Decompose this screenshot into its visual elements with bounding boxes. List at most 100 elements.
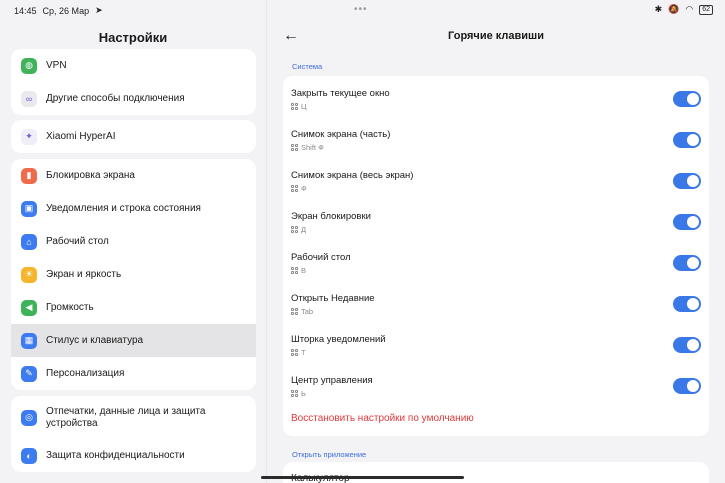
shortcut-title: Снимок экрана (часть) bbox=[291, 129, 391, 140]
shortcut-keys-label: Ь bbox=[301, 389, 306, 398]
sidebar-item[interactable]: ▦ Стилус и клавиатура bbox=[11, 324, 256, 357]
shortcut-keys: Ь bbox=[291, 389, 306, 398]
sidebar-item-label: Экран и яркость bbox=[46, 268, 122, 280]
shortcut-row[interactable]: Снимок экрана (весь экран) Ф bbox=[291, 162, 701, 202]
hotkeys-title: Горячие клавиши bbox=[448, 30, 544, 42]
command-key-icon bbox=[291, 103, 298, 110]
shortcut-title: Открыть Недавние bbox=[291, 293, 375, 304]
shortcut-toggle[interactable] bbox=[673, 296, 701, 312]
shortcut-title: Рабочий стол bbox=[291, 252, 351, 263]
sidebar-item[interactable]: ✦ Xiaomi HyperAI bbox=[11, 120, 256, 153]
shortcut-toggle[interactable] bbox=[673, 91, 701, 107]
shortcut-keys-label: Ц bbox=[301, 102, 307, 111]
network-card: ◍ VPN ∞ Другие способы подключения bbox=[11, 49, 256, 115]
shortcut-keys-label: Т bbox=[301, 348, 306, 357]
command-key-icon bbox=[291, 144, 298, 151]
sidebar-item[interactable]: ⌂ Рабочий стол bbox=[11, 225, 256, 258]
shortcut-keys: Д bbox=[291, 225, 306, 234]
shortcut-title: Закрыть текущее окно bbox=[291, 88, 390, 99]
status-bar-right: ••• ✱ 🔕 ◠ 62 bbox=[0, 0, 725, 20]
shortcut-keys: Shift Ф bbox=[291, 143, 324, 152]
shortcut-title: Шторка уведомлений bbox=[291, 334, 386, 345]
command-key-icon bbox=[291, 390, 298, 397]
ai-card: ✦ Xiaomi HyperAI bbox=[11, 120, 256, 153]
shortcut-keys: Tab bbox=[291, 307, 313, 316]
sidebar-item[interactable]: ◎ Отпечатки, данные лица и защита устройс… bbox=[11, 396, 256, 439]
display-card: ▮ Блокировка экрана ▣ Уведомления и строка … bbox=[11, 159, 256, 390]
shortcut-keys-label: Ф bbox=[301, 184, 307, 193]
sidebar-item[interactable]: ▮ Блокировка экрана bbox=[11, 159, 256, 192]
sidebar-item[interactable]: ◐ Защита конфиденциальности bbox=[11, 439, 256, 472]
shortcut-keys-label: Tab bbox=[301, 307, 314, 316]
sidebar-item-label: Персонализация bbox=[46, 367, 125, 379]
shortcut-row[interactable]: Шторка уведомлений Т bbox=[291, 326, 701, 366]
sidebar-item-label: Уведомления и строка состояния bbox=[46, 202, 201, 214]
shortcut-keys: В bbox=[291, 266, 306, 275]
shortcut-keys: Ц bbox=[291, 102, 307, 111]
shortcut-toggle[interactable] bbox=[673, 173, 701, 189]
section-open-app: Открыть приложение bbox=[292, 450, 367, 459]
sidebar-item[interactable]: ▣ Уведомления и строка состояния bbox=[11, 192, 256, 225]
sun-icon: ☀ bbox=[21, 266, 37, 283]
sidebar-item-label: Блокировка экрана bbox=[46, 169, 135, 181]
shortcut-toggle[interactable] bbox=[673, 378, 701, 394]
command-key-icon bbox=[291, 267, 298, 274]
shortcut-toggle[interactable] bbox=[673, 132, 701, 148]
volume-icon: ◀ bbox=[21, 299, 37, 316]
window-handle[interactable]: ••• bbox=[354, 4, 368, 15]
open-app-card: Калькулятор bbox=[283, 462, 709, 483]
shortcut-keys-label: Д bbox=[301, 225, 307, 234]
keyboard-icon: ▦ bbox=[21, 332, 37, 349]
shortcut-keys: Ф bbox=[291, 184, 307, 193]
home-indicator[interactable] bbox=[261, 476, 464, 479]
fingerprint-icon: ◎ bbox=[21, 409, 37, 426]
lock-icon: ▮ bbox=[21, 167, 37, 184]
sidebar-item-label: Громкость bbox=[46, 301, 94, 313]
shortcut-title: Снимок экрана (весь экран) bbox=[291, 170, 414, 181]
home-icon: ⌂ bbox=[21, 233, 37, 250]
hotkeys-pane: ••• ✱ 🔕 ◠ 62 ← Горячие клавиши Система В… bbox=[267, 0, 725, 483]
privacy-icon: ◐ bbox=[21, 447, 37, 464]
brush-icon: ✎ bbox=[21, 365, 37, 382]
ai-icon: ✦ bbox=[21, 128, 37, 145]
sidebar-item[interactable]: ◀ Громкость bbox=[11, 291, 256, 324]
sidebar-item[interactable]: ✎ Персонализация bbox=[11, 357, 256, 390]
command-key-icon bbox=[291, 349, 298, 356]
shortcut-keys-label: В bbox=[301, 266, 307, 275]
shortcut-row[interactable]: Закрыть текущее окно Ц bbox=[291, 80, 701, 120]
sidebar-item-label: Другие способы подключения bbox=[46, 92, 185, 104]
sidebar-item-label: Защита конфиденциальности bbox=[46, 449, 185, 461]
globe-icon: ◍ bbox=[21, 57, 37, 74]
command-key-icon bbox=[291, 185, 298, 192]
sidebar-item[interactable]: ∞ Другие способы подключения bbox=[11, 82, 256, 115]
restore-defaults-button[interactable]: Восстановить настройки по умолчанию bbox=[291, 413, 474, 424]
command-key-icon bbox=[291, 308, 298, 315]
section-system: Система bbox=[292, 62, 323, 71]
wifi-icon: ◠ bbox=[685, 4, 694, 14]
bluetooth-icon: ✱ bbox=[654, 4, 663, 14]
shortcut-title: Центр управления bbox=[291, 375, 373, 386]
battery-icon: 62 bbox=[699, 4, 713, 15]
shortcut-row[interactable]: Открыть Недавние Tab bbox=[291, 285, 701, 325]
shortcut-toggle[interactable] bbox=[673, 337, 701, 353]
shortcuts-card: Восстановить настройки по умолчанию Закр… bbox=[283, 76, 709, 436]
sidebar-item-label: Стилус и клавиатура bbox=[46, 334, 144, 346]
sidebar-item[interactable]: ☀ Экран и яркость bbox=[11, 258, 256, 291]
shortcut-keys-label: Shift Ф bbox=[301, 143, 324, 152]
sidebar-item-label: Xiaomi HyperAI bbox=[46, 130, 116, 142]
shortcut-title: Экран блокировки bbox=[291, 211, 371, 222]
command-key-icon bbox=[291, 226, 298, 233]
notification-icon: ▣ bbox=[21, 200, 37, 217]
mute-icon: 🔕 bbox=[668, 4, 680, 14]
shortcut-row[interactable]: Рабочий стол В bbox=[291, 244, 701, 284]
settings-sidebar: 14:45 Ср, 26 Мар ➤ Настройки ◍ VPN ∞ Другие… bbox=[0, 0, 266, 483]
sidebar-item-label: VPN bbox=[46, 59, 67, 71]
sidebar-item[interactable]: ◍ VPN bbox=[11, 49, 256, 82]
shortcut-toggle[interactable] bbox=[673, 214, 701, 230]
shortcut-row[interactable]: Снимок экрана (часть) Shift Ф bbox=[291, 121, 701, 161]
shortcut-row[interactable]: Центр управления Ь bbox=[291, 367, 701, 407]
link-icon: ∞ bbox=[21, 90, 37, 107]
sidebar-item-label: Отпечатки, данные лица и защита устройст… bbox=[46, 405, 206, 429]
shortcut-toggle[interactable] bbox=[673, 255, 701, 271]
shortcut-row[interactable]: Экран блокировки Д bbox=[291, 203, 701, 243]
